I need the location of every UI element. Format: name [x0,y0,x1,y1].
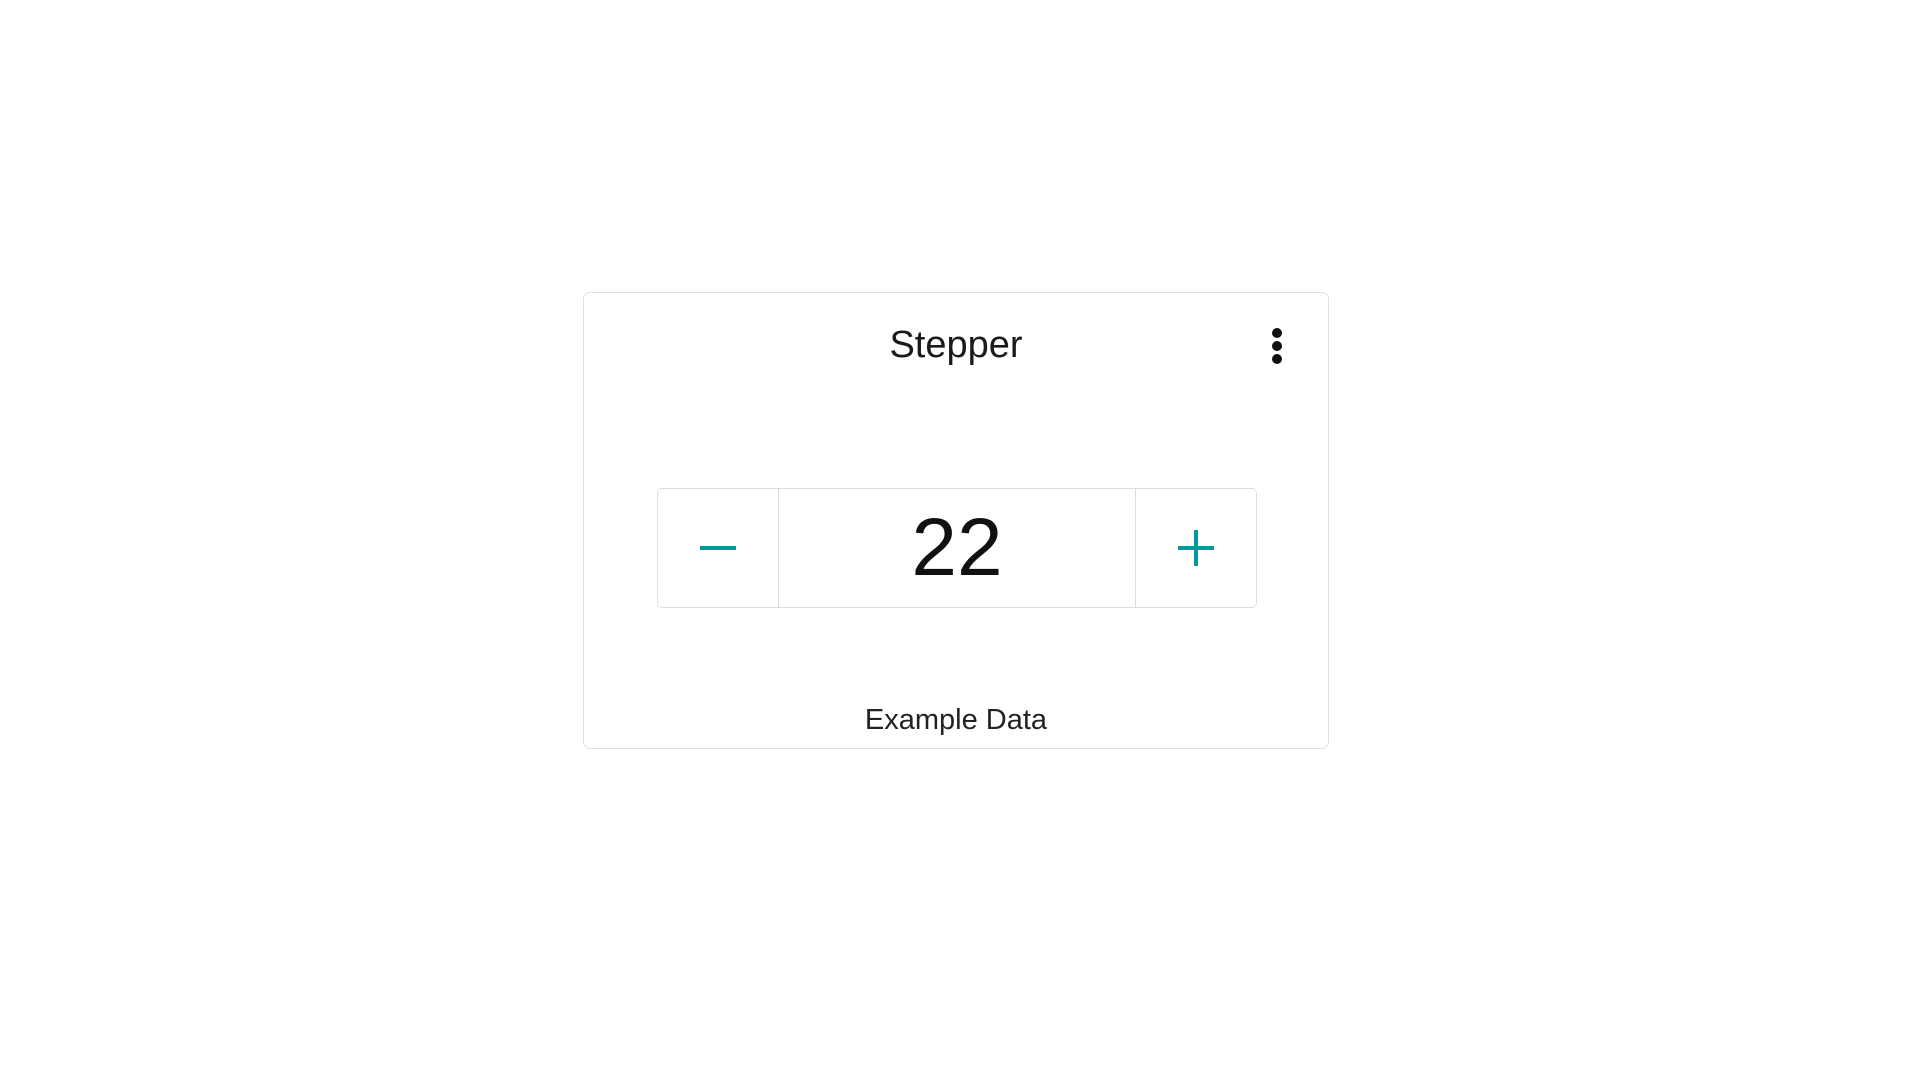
increment-button[interactable] [1135,489,1256,607]
stepper-value: 22 [911,502,1003,593]
more-vertical-icon [1272,328,1282,364]
plus-icon [1178,530,1214,566]
widget-footer-label: Example Data [864,704,1048,736]
decrement-button[interactable] [658,489,779,607]
widget-title: Stepper [889,324,1023,366]
quantity-stepper: 22 [657,488,1257,608]
minus-icon [700,546,736,550]
stepper-widget-card: Stepper 22 Example Data [583,292,1329,749]
widget-menu-button[interactable] [1259,325,1295,369]
